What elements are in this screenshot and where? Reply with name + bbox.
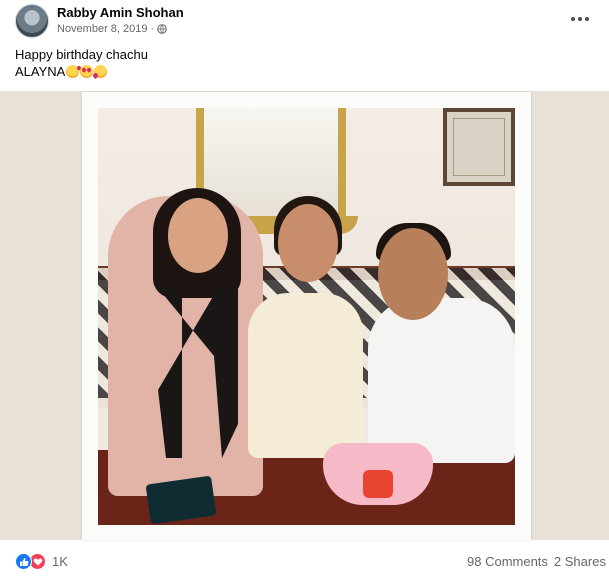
like-icon — [15, 553, 32, 570]
wall-frame — [443, 108, 515, 186]
comments-count-link[interactable]: 98 Comments — [467, 554, 548, 569]
caption-line-2: ALAYNA — [15, 63, 148, 80]
engagement-stats: 98 Comments 2 Shares — [467, 554, 606, 569]
more-options-icon[interactable] — [568, 10, 592, 28]
shares-count-link[interactable]: 2 Shares — [554, 554, 606, 569]
man-figure — [368, 298, 515, 463]
post-meta: November 8, 2019 · — [57, 23, 167, 35]
facebook-post: Rabby Amin Shohan November 8, 2019 · Hap… — [0, 0, 609, 577]
smiling-face-with-hearts-emoji-icon — [94, 65, 108, 78]
post-caption: Happy birthday chachu ALAYNA — [15, 46, 148, 80]
kissing-face-emoji-icon — [66, 65, 80, 78]
author-name[interactable]: Rabby Amin Shohan — [57, 5, 184, 20]
caption-line-1: Happy birthday chachu — [15, 47, 148, 62]
reaction-count: 1K — [52, 554, 68, 569]
heart-eyes-emoji-icon — [80, 65, 94, 78]
globe-icon — [157, 24, 167, 34]
caption-name: ALAYNA — [15, 64, 66, 79]
post-photo[interactable] — [98, 108, 515, 525]
girl-figure — [248, 293, 363, 458]
reaction-summary[interactable]: 1K — [15, 553, 68, 570]
meta-separator: · — [150, 23, 155, 35]
post-date[interactable]: November 8, 2019 — [57, 23, 148, 35]
author-avatar[interactable] — [15, 4, 49, 38]
